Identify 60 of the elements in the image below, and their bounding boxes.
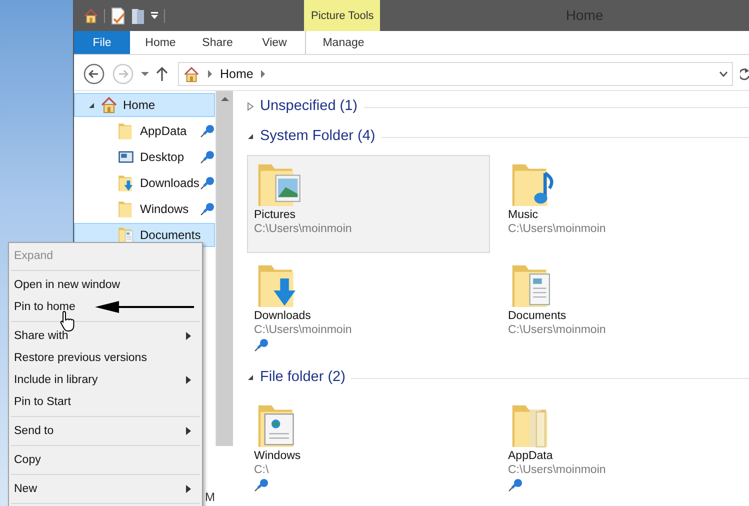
nav-item[interactable]: Desktop <box>74 145 215 169</box>
folder-name: Music <box>508 209 540 221</box>
home-icon[interactable] <box>83 8 99 24</box>
collapsed-arrow-icon[interactable] <box>247 102 254 110</box>
folder-icon[interactable] <box>131 6 145 24</box>
expanded-arrow-icon[interactable] <box>247 372 254 382</box>
dropdown-icon[interactable] <box>141 71 149 77</box>
dropdown-icon[interactable] <box>719 71 728 77</box>
hand-cursor-icon <box>60 310 76 332</box>
menu-item[interactable]: Copy <box>9 449 202 471</box>
folder-tile[interactable]: Documents C:\Users\moinmoin <box>501 256 744 354</box>
expanded-arrow-icon[interactable] <box>247 132 254 140</box>
menu-item[interactable]: Pin to Start <box>9 391 202 413</box>
nav-item[interactable]: Downloads <box>74 171 215 195</box>
menu-item[interactable]: Include in library <box>9 369 202 391</box>
folder-name: Pictures <box>254 209 297 221</box>
home-icon <box>100 96 118 114</box>
menu-item[interactable]: Send to <box>9 420 202 442</box>
folder-name: Downloads <box>254 310 312 322</box>
expanded-arrow-icon[interactable] <box>88 102 95 108</box>
folder-name: AppData <box>508 450 554 462</box>
contextual-tab-header: Picture Tools <box>304 0 380 31</box>
folder-tile[interactable]: Downloads C:\Users\moinmoin <box>247 256 490 354</box>
nav-item[interactable]: Home <box>74 93 215 117</box>
folder-icon <box>117 174 135 192</box>
menu-item[interactable]: Pin to home <box>9 296 202 318</box>
back-icon[interactable] <box>83 63 105 85</box>
caret-icon[interactable] <box>150 11 159 20</box>
address-bar[interactable]: Home <box>178 62 733 86</box>
menu-item[interactable]: Open in new window <box>9 274 202 296</box>
folder-path: C:\Users\moinmoin <box>508 464 607 476</box>
folder-path: C:\ <box>254 464 270 476</box>
folder-path: C:\Users\moinmoin <box>254 324 353 336</box>
document-check-icon[interactable] <box>110 6 126 24</box>
home-icon <box>183 66 200 82</box>
menu-item[interactable]: Restore previous versions <box>9 347 202 369</box>
folder-tile[interactable]: Windows C:\ <box>247 396 490 494</box>
folder-tile[interactable]: Pictures C:\Users\moinmoin <box>247 155 490 253</box>
folder-path: C:\Users\moinmoin <box>254 223 353 235</box>
folder-path: C:\Users\moinmoin <box>508 324 607 336</box>
nav-item-label: M <box>205 490 215 504</box>
group-header[interactable]: File folder (2) <box>260 369 346 385</box>
refresh-icon[interactable] <box>740 67 749 81</box>
breadcrumb[interactable]: Home <box>220 67 254 81</box>
folder-name: Windows <box>254 450 302 462</box>
menu-item[interactable]: New <box>9 478 202 500</box>
nav-item[interactable]: AppData <box>74 119 215 143</box>
folder-tile[interactable]: Music C:\Users\moinmoin <box>501 155 744 253</box>
folder-name: Documents <box>508 310 568 322</box>
nav-item[interactable]: Windows <box>74 197 215 221</box>
chevron-icon[interactable] <box>207 70 213 78</box>
scroll-up-icon[interactable] <box>220 97 228 101</box>
group-header[interactable]: System Folder (4) <box>260 128 376 144</box>
menu-item[interactable]: Share with <box>9 325 202 347</box>
group-header[interactable]: Unspecified (1) <box>260 98 358 114</box>
folder-tile[interactable]: AppData C:\Users\moinmoin <box>501 396 744 494</box>
folder-path: C:\Users\moinmoin <box>508 223 607 235</box>
up-icon[interactable] <box>156 67 168 81</box>
ribbon-tab[interactable]: File <box>74 31 130 54</box>
chevron-icon[interactable] <box>260 70 266 78</box>
